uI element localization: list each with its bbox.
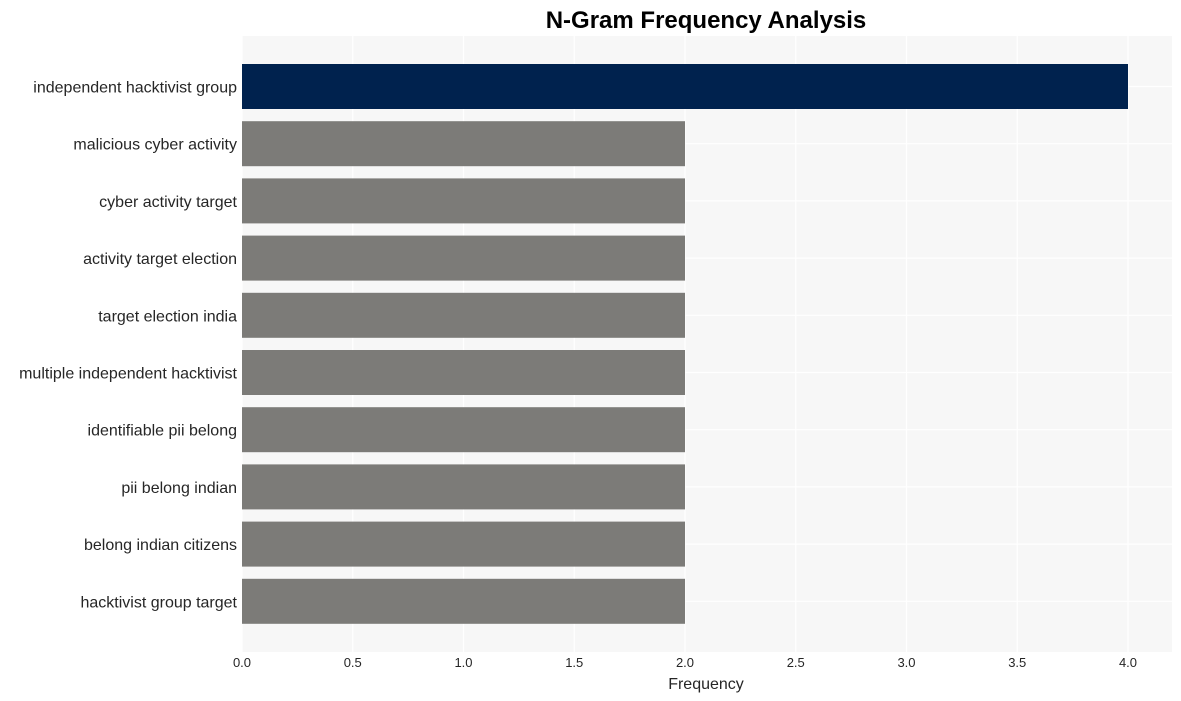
x-tick-label: 3.5 xyxy=(1008,655,1026,670)
x-tick-label: 0.5 xyxy=(344,655,362,670)
x-axis-title: Frequency xyxy=(668,676,744,693)
y-tick-label: pii belong indian xyxy=(121,480,237,497)
x-tick-label: 3.0 xyxy=(897,655,915,670)
x-axis-ticks: 0.0 0.5 1.0 1.5 2.0 2.5 3.0 3.5 4.0 xyxy=(233,655,1137,670)
bar xyxy=(242,578,685,624)
y-tick-label: target election india xyxy=(98,308,237,325)
x-tick-label: 2.0 xyxy=(676,655,694,670)
x-tick-label: 0.0 xyxy=(233,655,251,670)
y-tick-label: cyber activity target xyxy=(99,194,237,211)
bar xyxy=(242,521,685,567)
y-axis-labels: independent hacktivist group malicious cy… xyxy=(19,80,237,612)
bar xyxy=(242,235,685,281)
y-tick-label: malicious cyber activity xyxy=(73,137,237,154)
y-tick-label: identifiable pii belong xyxy=(88,423,237,440)
x-tick-label: 1.5 xyxy=(565,655,583,670)
bar xyxy=(242,64,1128,109)
bar xyxy=(242,407,685,453)
bar xyxy=(242,464,685,510)
y-tick-label: hacktivist group target xyxy=(80,594,237,611)
x-tick-label: 2.5 xyxy=(787,655,805,670)
bar xyxy=(242,121,685,167)
y-tick-label: multiple independent hacktivist xyxy=(19,366,237,383)
x-tick-label: 4.0 xyxy=(1119,655,1137,670)
bar xyxy=(242,292,685,338)
y-tick-label: activity target election xyxy=(83,251,237,268)
x-tick-label: 1.0 xyxy=(454,655,472,670)
bar xyxy=(242,350,685,395)
y-tick-label: independent hacktivist group xyxy=(33,80,237,97)
chart-title: N-Gram Frequency Analysis xyxy=(546,7,867,34)
y-tick-label: belong indian citizens xyxy=(84,537,237,554)
bar xyxy=(242,178,685,224)
ngram-bar-chart: N-Gram Frequency Analysis independent ha… xyxy=(19,7,1172,693)
